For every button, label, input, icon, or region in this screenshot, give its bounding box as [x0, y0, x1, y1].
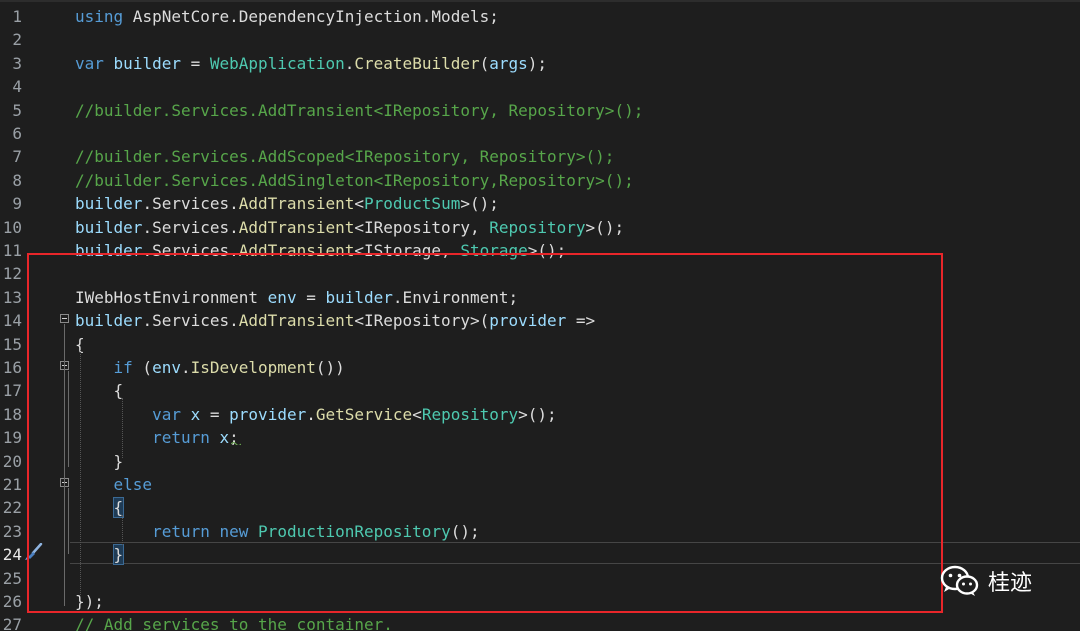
- code-token: =: [180, 53, 210, 73]
- code-token: );: [527, 53, 548, 73]
- code-text[interactable]: //builder.Services.AddScoped<IRepository…: [75, 145, 614, 168]
- line-number: 21: [2, 475, 22, 494]
- line-number: 13: [2, 287, 22, 307]
- code-token: AddTransient: [238, 217, 355, 237]
- code-line[interactable]: 5 //builder.Services.AddTransient<IReposi…: [0, 99, 1080, 122]
- line-number: 19: [2, 428, 22, 448]
- code-token: <: [354, 194, 364, 214]
- code-text[interactable]: using AspNetCore.DependencyInjection.Mod…: [75, 5, 499, 28]
- code-token: .Services.: [142, 194, 239, 214]
- code-token: args: [489, 53, 528, 73]
- code-line[interactable]: 1 using AspNetCore.DependencyInjection.Mo…: [0, 5, 1080, 28]
- code-text[interactable]: builder.Services.AddTransient<IRepositor…: [75, 216, 624, 239]
- line-number: 15: [2, 334, 22, 354]
- line-number: 14: [2, 311, 22, 331]
- code-token: builder: [75, 217, 143, 237]
- code-token: var: [75, 53, 104, 73]
- code-token: (: [479, 53, 490, 73]
- code-text[interactable]: var builder = WebApplication.CreateBuild…: [75, 52, 547, 75]
- code-text[interactable]: //builder.Services.AddSingleton<IReposit…: [75, 169, 634, 192]
- code-editor[interactable]: 1 using AspNetCore.DependencyInjection.Mo…: [0, 0, 1080, 631]
- line-number: 18: [2, 404, 22, 424]
- code-line[interactable]: 9 builder.Services.AddTransient<ProductSu…: [0, 192, 1080, 215]
- code-token: CreateBuilder: [354, 53, 480, 73]
- code-line[interactable]: 7 //builder.Services.AddScoped<IRepositor…: [0, 145, 1080, 168]
- line-number: 7: [12, 147, 22, 167]
- line-number: 17: [2, 381, 22, 401]
- line-number: 9: [12, 194, 22, 214]
- code-token: >();: [585, 217, 625, 237]
- code-token: <IRepository,: [354, 217, 490, 237]
- code-text[interactable]: //builder.Services.AddTransient<IReposit…: [75, 99, 643, 122]
- code-token: AddTransient: [238, 194, 355, 214]
- code-line[interactable]: 4: [0, 75, 1080, 98]
- line-number: 4: [12, 77, 22, 97]
- code-token: //builder.Services.AddSingleton<IReposit…: [75, 170, 634, 190]
- line-number: 20: [2, 451, 22, 471]
- code-token: ProductSum: [364, 194, 461, 214]
- code-line[interactable]: 27 // Add services to the container.: [0, 613, 1080, 631]
- line-number: 25: [2, 568, 22, 588]
- code-token: builder: [75, 194, 143, 214]
- line-number: 1: [12, 7, 22, 26]
- code-token: .Services.: [142, 217, 239, 237]
- line-number: 23: [2, 521, 22, 541]
- tab-strip-edge: [0, 0, 1080, 2]
- watermark-text: 桂迹: [988, 571, 1033, 596]
- code-token: WebApplication: [209, 53, 345, 73]
- code-token: >();: [460, 194, 499, 214]
- line-number: 22: [2, 498, 22, 518]
- code-line[interactable]: 6: [0, 122, 1080, 145]
- line-number: 27: [2, 615, 22, 631]
- line-number: 10: [2, 217, 22, 237]
- watermark: 桂迹: [940, 561, 1032, 601]
- code-token: .: [344, 53, 355, 73]
- code-token: Repository: [489, 217, 586, 237]
- code-token: builder: [113, 53, 181, 73]
- code-token: // Add services to the container.: [75, 615, 393, 631]
- line-number: 16: [2, 358, 22, 377]
- line-number: 11: [2, 241, 22, 260]
- line-number: 24: [2, 545, 22, 565]
- line-number: 26: [2, 592, 22, 611]
- line-number: 6: [12, 124, 22, 143]
- code-line[interactable]: 8 //builder.Services.AddSingleton<IReposi…: [0, 169, 1080, 192]
- code-token: using: [75, 7, 124, 26]
- wechat-icon: [940, 565, 979, 596]
- code-token: AspNetCore.DependencyInjection.Models;: [123, 7, 499, 26]
- code-token: //builder.Services.AddScoped<IRepository…: [75, 147, 615, 167]
- line-number: 8: [12, 170, 22, 190]
- code-line[interactable]: 10 builder.Services.AddTransient<IReposit…: [0, 216, 1080, 239]
- code-line[interactable]: 2: [0, 28, 1080, 51]
- line-number: 12: [2, 264, 22, 284]
- line-number: 2: [12, 30, 22, 50]
- code-text[interactable]: // Add services to the container.: [75, 613, 393, 631]
- code-token: //builder.Services.AddTransient<IReposit…: [75, 100, 644, 120]
- line-number: 3: [12, 53, 22, 73]
- code-line[interactable]: 3 var builder = WebApplication.CreateBuil…: [0, 52, 1080, 75]
- code-text[interactable]: builder.Services.AddTransient<ProductSum…: [75, 192, 499, 215]
- line-number: 5: [12, 100, 22, 120]
- red-highlight-annotation: [27, 253, 943, 613]
